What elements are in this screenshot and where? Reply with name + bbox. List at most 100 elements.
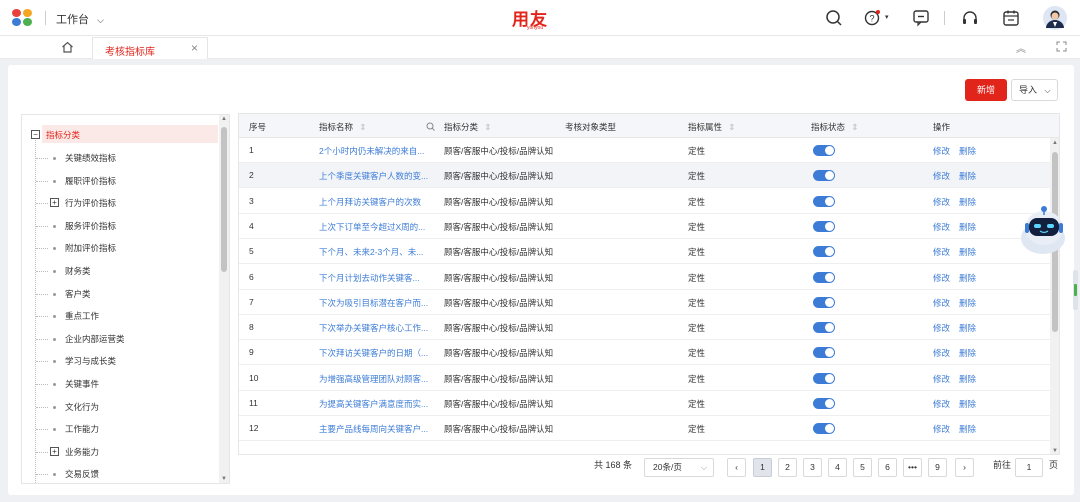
indicator-name-link[interactable]: 上个月拜访关键客户的次数 xyxy=(319,196,434,208)
table-row[interactable]: 1 2个小时内仍未解决的来自... 顾客/客服中心/投标/品牌认知 定性 修改 删除 xyxy=(239,138,1051,163)
tree-item[interactable]: 客户类 xyxy=(65,288,91,300)
delete-link[interactable]: 删除 xyxy=(959,398,976,410)
tree-scroll-thumb[interactable] xyxy=(221,127,227,272)
calendar-icon[interactable] xyxy=(1002,9,1020,27)
tree-item[interactable]: 行为评价指标 xyxy=(65,197,116,209)
col-header-attribute[interactable]: 指标属性 ⇕ xyxy=(688,121,736,133)
indicator-name-link[interactable]: 下次为吸引目标潜在客户而... xyxy=(319,297,434,309)
status-toggle[interactable] xyxy=(813,398,835,409)
delete-link[interactable]: 删除 xyxy=(959,272,976,284)
tree-item[interactable]: 文化行为 xyxy=(65,401,99,413)
status-toggle[interactable] xyxy=(813,423,835,435)
tree-item[interactable]: 企业内部运营类 xyxy=(65,333,125,345)
app-logo-icon[interactable] xyxy=(12,9,34,27)
delete-link[interactable]: 删除 xyxy=(959,170,976,182)
table-row[interactable]: 12 主要产品线每周向关键客户... 顾客/客服中心/投标/品牌认知 定性 修改 删除 xyxy=(239,416,1051,442)
indicator-name-link[interactable]: 下个月计划去动作关键客... xyxy=(319,272,434,284)
tree-scrollbar[interactable]: ▲ ▼ xyxy=(219,115,229,483)
sort-icon[interactable]: ⇕ xyxy=(484,122,491,132)
page-button[interactable]: 1 xyxy=(753,458,772,477)
import-button[interactable]: 导入 ⌵ xyxy=(1011,79,1058,101)
delete-link[interactable]: 删除 xyxy=(959,221,976,233)
tree-item[interactable]: 交易反馈 xyxy=(65,468,99,480)
new-button[interactable]: 新增 xyxy=(965,79,1007,101)
edit-link[interactable]: 修改 xyxy=(933,347,950,359)
sort-icon[interactable]: ⇕ xyxy=(728,122,735,132)
expand-icon[interactable]: + xyxy=(50,198,59,208)
indicator-name-link[interactable]: 下个月、未来2-3个月、未... xyxy=(319,246,434,258)
assistant-robot-icon[interactable] xyxy=(1013,200,1073,260)
page-button[interactable]: 5 xyxy=(853,458,872,477)
search-icon[interactable] xyxy=(426,122,435,131)
sort-icon[interactable]: ⇕ xyxy=(359,122,366,132)
more-pages-button[interactable]: ••• xyxy=(903,458,922,477)
delete-link[interactable]: 删除 xyxy=(959,347,976,359)
col-header-name[interactable]: 指标名称 ⇕ xyxy=(319,121,367,133)
edit-link[interactable]: 修改 xyxy=(933,322,950,334)
status-toggle[interactable] xyxy=(813,170,835,182)
tab-indicator-library[interactable]: 考核指标库 × xyxy=(92,37,208,59)
table-row[interactable]: 5 下个月、未来2-3个月、未... 顾客/客服中心/投标/品牌认知 定性 修改 删除 xyxy=(239,239,1051,265)
status-toggle[interactable] xyxy=(813,322,835,334)
edit-link[interactable]: 修改 xyxy=(933,373,950,385)
page-button[interactable]: 4 xyxy=(828,458,847,477)
headset-icon[interactable] xyxy=(961,9,979,27)
table-row[interactable]: 2 上个季度关键客户人数的变... 顾客/客服中心/投标/品牌认知 定性 修改 删除 xyxy=(239,163,1051,189)
tree-root[interactable]: 指标分类 xyxy=(46,129,80,141)
next-page-button[interactable]: › xyxy=(955,458,974,477)
status-toggle[interactable] xyxy=(813,372,835,384)
indicator-name-link[interactable]: 上次下订单至今超过X周的... xyxy=(319,221,434,233)
scroll-down-icon[interactable]: ▼ xyxy=(1052,448,1058,454)
tree-item[interactable]: 业务能力 xyxy=(65,446,99,458)
fullscreen-icon[interactable] xyxy=(1056,41,1067,52)
edit-link[interactable]: 修改 xyxy=(933,423,950,435)
tree-item[interactable]: 关键绩效指标 xyxy=(65,152,116,164)
tree-item[interactable]: 关键事件 xyxy=(65,378,99,390)
tree-item[interactable]: 重点工作 xyxy=(65,310,99,322)
table-scrollbar[interactable]: ▲ ▼ xyxy=(1050,138,1059,454)
indicator-name-link[interactable]: 为增强高级管理团队对顾客... xyxy=(319,373,434,385)
status-toggle[interactable] xyxy=(813,296,835,308)
indicator-name-link[interactable]: 下次举办关键客户核心工作... xyxy=(319,322,434,334)
table-row[interactable]: 6 下个月计划去动作关键客... 顾客/客服中心/投标/品牌认知 定性 修改 删除 xyxy=(239,265,1051,290)
status-toggle[interactable] xyxy=(813,195,835,207)
table-row[interactable]: 7 下次为吸引目标潜在客户而... 顾客/客服中心/投标/品牌认知 定性 修改 删除 xyxy=(239,290,1051,315)
page-button[interactable]: 2 xyxy=(778,458,797,477)
table-row[interactable]: 9 下次拜访关键客户的日期（... 顾客/客服中心/投标/品牌认知 定性 修改 删除 xyxy=(239,340,1051,366)
indicator-name-link[interactable]: 上个季度关键客户人数的变... xyxy=(319,170,434,182)
edit-link[interactable]: 修改 xyxy=(933,170,950,182)
scroll-up-icon[interactable]: ▲ xyxy=(221,116,227,122)
col-header-status[interactable]: 指标状态 ⇕ xyxy=(811,121,859,133)
edit-link[interactable]: 修改 xyxy=(933,145,950,157)
home-icon[interactable] xyxy=(61,41,74,53)
page-button[interactable]: 3 xyxy=(803,458,822,477)
indicator-name-link[interactable]: 为提高关键客户满意度而实... xyxy=(319,398,434,410)
indicator-name-link[interactable]: 主要产品线每周向关键客户... xyxy=(319,423,434,435)
delete-link[interactable]: 删除 xyxy=(959,297,976,309)
tree-item[interactable]: 附加评价指标 xyxy=(65,242,116,254)
status-toggle[interactable] xyxy=(813,145,835,156)
status-toggle[interactable] xyxy=(813,246,835,258)
table-row[interactable]: 8 下次举办关键客户核心工作... 顾客/客服中心/投标/品牌认知 定性 修改 删除 xyxy=(239,315,1051,341)
delete-link[interactable]: 删除 xyxy=(959,246,976,258)
avatar[interactable] xyxy=(1043,6,1067,30)
edit-link[interactable]: 修改 xyxy=(933,398,950,410)
side-drag-handle[interactable] xyxy=(1073,270,1078,310)
tree-item[interactable]: 财务类 xyxy=(65,265,91,277)
table-row[interactable]: 11 为提高关键客户满意度而实... 顾客/客服中心/投标/品牌认知 定性 修改 删除 xyxy=(239,391,1051,416)
delete-link[interactable]: 删除 xyxy=(959,145,976,157)
status-toggle[interactable] xyxy=(813,220,835,232)
col-header-category[interactable]: 指标分类 ⇕ xyxy=(444,121,492,133)
tree-item[interactable]: 履职评价指标 xyxy=(65,175,116,187)
edit-link[interactable]: 修改 xyxy=(933,297,950,309)
delete-link[interactable]: 删除 xyxy=(959,423,976,435)
table-row[interactable]: 3 上个月拜访关键客户的次数 顾客/客服中心/投标/品牌认知 定性 修改 删除 xyxy=(239,189,1051,214)
tree-item[interactable]: 服务评价指标 xyxy=(65,220,116,232)
collapse-up-icon[interactable]: ︽ xyxy=(1016,40,1026,55)
page-button[interactable]: 6 xyxy=(878,458,897,477)
scroll-up-icon[interactable]: ▲ xyxy=(1052,140,1058,146)
delete-link[interactable]: 删除 xyxy=(959,373,976,385)
edit-link[interactable]: 修改 xyxy=(933,246,950,258)
indicator-name-link[interactable]: 2个小时内仍未解决的来自... xyxy=(319,145,434,157)
sort-icon[interactable]: ⇕ xyxy=(851,122,858,132)
